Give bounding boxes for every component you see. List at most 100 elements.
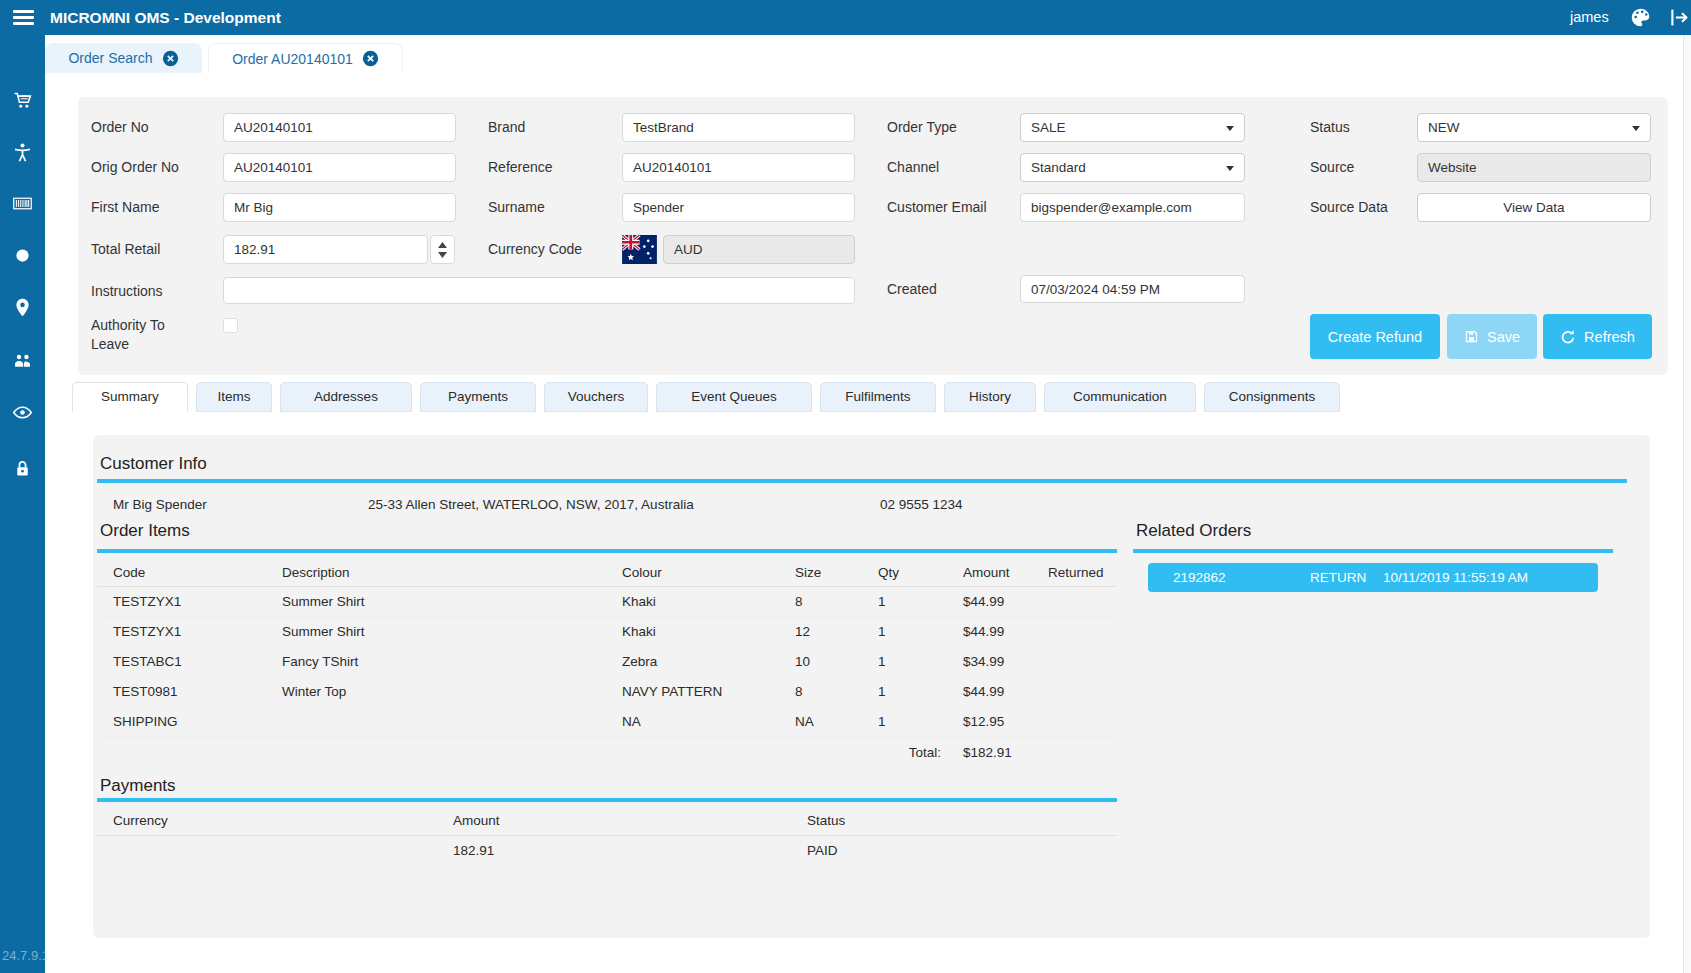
- top-bar: MICROMNI OMS - Development james: [0, 0, 1691, 35]
- status-label: Status: [1310, 113, 1350, 142]
- instructions-input[interactable]: [223, 277, 855, 304]
- menu-icon[interactable]: [13, 10, 34, 26]
- reference-label: Reference: [488, 153, 553, 182]
- cart-icon[interactable]: [12, 90, 33, 111]
- reference-input[interactable]: [622, 153, 855, 182]
- table-row[interactable]: TESTZYX1Summer Shirt Khaki12 1$44.99: [97, 616, 1117, 646]
- chevron-down-icon: [1226, 166, 1234, 171]
- refresh-button[interactable]: Refresh: [1543, 314, 1652, 359]
- total-row: Total: $182.91: [97, 736, 1117, 768]
- table-header-row: Currency Amount Status: [97, 807, 1117, 835]
- close-icon[interactable]: [162, 50, 179, 67]
- save-button[interactable]: Save: [1447, 314, 1537, 359]
- dot-icon[interactable]: [12, 245, 33, 266]
- refresh-icon: [1560, 329, 1576, 345]
- brand-input[interactable]: [622, 113, 855, 142]
- table-row[interactable]: TESTABC1Fancy TShirt Zebra10 1$34.99: [97, 646, 1117, 676]
- surname-input[interactable]: [622, 193, 855, 222]
- step-up-icon[interactable]: [438, 242, 447, 248]
- close-icon[interactable]: [362, 50, 379, 67]
- customer-email-label: Customer Email: [887, 193, 987, 222]
- app-title: MICROMNI OMS - Development: [50, 0, 281, 35]
- created-input[interactable]: [1020, 275, 1245, 303]
- version-label: 24.7.9.1: [2, 948, 48, 963]
- related-order-type: RETURN: [1310, 563, 1366, 592]
- summary-panel: Customer Info Mr Big Spender 25-33 Allen…: [93, 435, 1650, 938]
- order-type-select[interactable]: SALE: [1020, 113, 1245, 142]
- australia-flag-icon: [622, 235, 657, 264]
- orig-order-no-label: Orig Order No: [91, 153, 179, 182]
- payments-rule: [97, 798, 1117, 802]
- tab-summary[interactable]: Summary: [72, 382, 188, 412]
- tab-event-queues[interactable]: Event Queues: [656, 382, 812, 412]
- total-retail-stepper[interactable]: [430, 235, 455, 264]
- tab-vouchers[interactable]: Vouchers: [544, 382, 648, 412]
- order-no-input[interactable]: [223, 113, 456, 142]
- tab-history[interactable]: History: [944, 382, 1036, 412]
- table-row[interactable]: TESTZYX1Summer Shirt Khaki8 1$44.99: [97, 586, 1117, 616]
- tab-fulfilments[interactable]: Fulfilments: [820, 382, 936, 412]
- tab-items[interactable]: Items: [196, 382, 272, 412]
- authority-to-leave-checkbox[interactable]: [223, 318, 238, 333]
- channel-label: Channel: [887, 153, 939, 182]
- chevron-down-icon: [1226, 126, 1234, 131]
- view-data-button[interactable]: View Data: [1417, 193, 1651, 222]
- related-orders-title: Related Orders: [1136, 521, 1251, 541]
- step-down-icon[interactable]: [438, 252, 447, 258]
- order-items-table: Code Description Colour Size Qty Amount …: [97, 560, 1117, 768]
- channel-select[interactable]: Standard: [1020, 153, 1245, 182]
- tab-addresses[interactable]: Addresses: [280, 382, 412, 412]
- theme-palette-icon[interactable]: [1630, 7, 1651, 28]
- tab-order-search[interactable]: Order Search: [45, 43, 202, 73]
- barcode-icon[interactable]: [12, 193, 33, 214]
- chevron-down-icon: [1632, 126, 1640, 131]
- tab-consignments[interactable]: Consignments: [1204, 382, 1340, 412]
- table-row[interactable]: 182.91 PAID: [97, 835, 1117, 865]
- table-row[interactable]: TEST0981Winter Top NAVY PATTERN8 1$44.99: [97, 676, 1117, 706]
- logout-icon[interactable]: [1668, 7, 1689, 28]
- location-pin-icon[interactable]: [12, 297, 33, 318]
- table-header-row: Code Description Colour Size Qty Amount …: [97, 560, 1117, 586]
- table-row[interactable]: SHIPPING NANA 1$12.95: [97, 706, 1117, 736]
- status-select[interactable]: NEW: [1417, 113, 1651, 142]
- instructions-label: Instructions: [91, 277, 163, 306]
- eye-icon[interactable]: [12, 402, 33, 423]
- customer-address: 25-33 Allen Street, WATERLOO, NSW, 2017,…: [368, 497, 694, 512]
- customer-info-rule: [97, 479, 1627, 483]
- currency-code-label: Currency Code: [488, 235, 582, 264]
- total-retail-label: Total Retail: [91, 235, 160, 264]
- order-form-panel: Order No Brand Order Type SALE Status NE…: [78, 97, 1668, 375]
- first-name-input[interactable]: [223, 193, 456, 222]
- accessibility-icon[interactable]: [12, 142, 33, 163]
- related-order-id: 2192862: [1173, 563, 1226, 592]
- customer-info-title: Customer Info: [100, 454, 207, 474]
- authority-to-leave-label: Authority To Leave: [91, 316, 206, 354]
- total-retail-input[interactable]: [223, 235, 428, 264]
- total-label: Total:: [862, 736, 947, 768]
- currency-code-field: AUD: [663, 235, 855, 264]
- source-field: Website: [1417, 153, 1651, 182]
- order-items-rule: [97, 549, 1117, 553]
- surname-label: Surname: [488, 193, 545, 222]
- tab-payments[interactable]: Payments: [420, 382, 536, 412]
- related-order-row[interactable]: 2192862 RETURN 10/11/2019 11:55:19 AM: [1148, 563, 1598, 592]
- source-label: Source: [1310, 153, 1354, 182]
- order-no-label: Order No: [91, 113, 149, 142]
- order-items-title: Order Items: [100, 521, 190, 541]
- customer-name: Mr Big Spender: [113, 497, 207, 512]
- section-tabs: Summary Items Addresses Payments Voucher…: [72, 382, 1340, 412]
- customer-email-input[interactable]: [1020, 193, 1245, 222]
- create-refund-button[interactable]: Create Refund: [1310, 314, 1440, 359]
- tab-communication[interactable]: Communication: [1044, 382, 1196, 412]
- order-type-label: Order Type: [887, 113, 957, 142]
- orig-order-no-input[interactable]: [223, 153, 456, 182]
- total-amount: $182.91: [947, 736, 1032, 768]
- lock-icon[interactable]: [12, 458, 33, 479]
- related-order-datetime: 10/11/2019 11:55:19 AM: [1383, 563, 1528, 592]
- save-icon: [1464, 329, 1479, 344]
- customers-icon[interactable]: [12, 350, 33, 371]
- username[interactable]: james: [1570, 0, 1609, 35]
- tab-order-au20140101[interactable]: Order AU20140101: [208, 43, 403, 73]
- scrollbar[interactable]: [1683, 35, 1691, 973]
- source-data-label: Source Data: [1310, 193, 1388, 222]
